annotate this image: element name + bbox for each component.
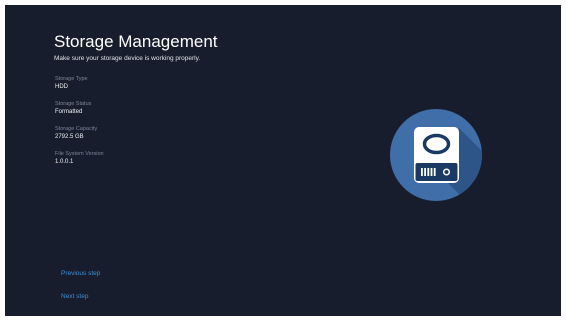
page-header: Storage Management Make sure your storag… (54, 32, 218, 63)
storage-info-list: Storage Type HDD Storage Status Formatte… (55, 75, 104, 175)
storage-status-label: Storage Status (55, 101, 92, 107)
previous-step-link[interactable]: Previous step (61, 270, 100, 277)
page-subtitle: Make sure your storage device is working… (54, 55, 201, 62)
storage-capacity-value: 2792.5 GB (55, 134, 84, 140)
file-system-version-group: File System Version 1.0.0.1 (55, 150, 104, 167)
storage-type-label: Storage Type (55, 76, 88, 82)
storage-type-group: Storage Type HDD (55, 75, 104, 92)
storage-capacity-group: Storage Capacity 2792.5 GB (55, 125, 104, 142)
hard-drive-icon (390, 109, 482, 206)
file-system-version-value: 1.0.0.1 (55, 159, 74, 165)
next-step-link[interactable]: Next step (61, 293, 88, 300)
storage-capacity-label: Storage Capacity (55, 126, 98, 132)
storage-status-value: Formatted (55, 109, 83, 115)
screen: Storage Management Make sure your storag… (5, 5, 561, 316)
storage-status-group: Storage Status Formatted (55, 100, 104, 117)
file-system-version-label: File System Version (55, 151, 104, 157)
storage-type-value: HDD (55, 84, 68, 90)
page-title: Storage Management (54, 32, 218, 51)
